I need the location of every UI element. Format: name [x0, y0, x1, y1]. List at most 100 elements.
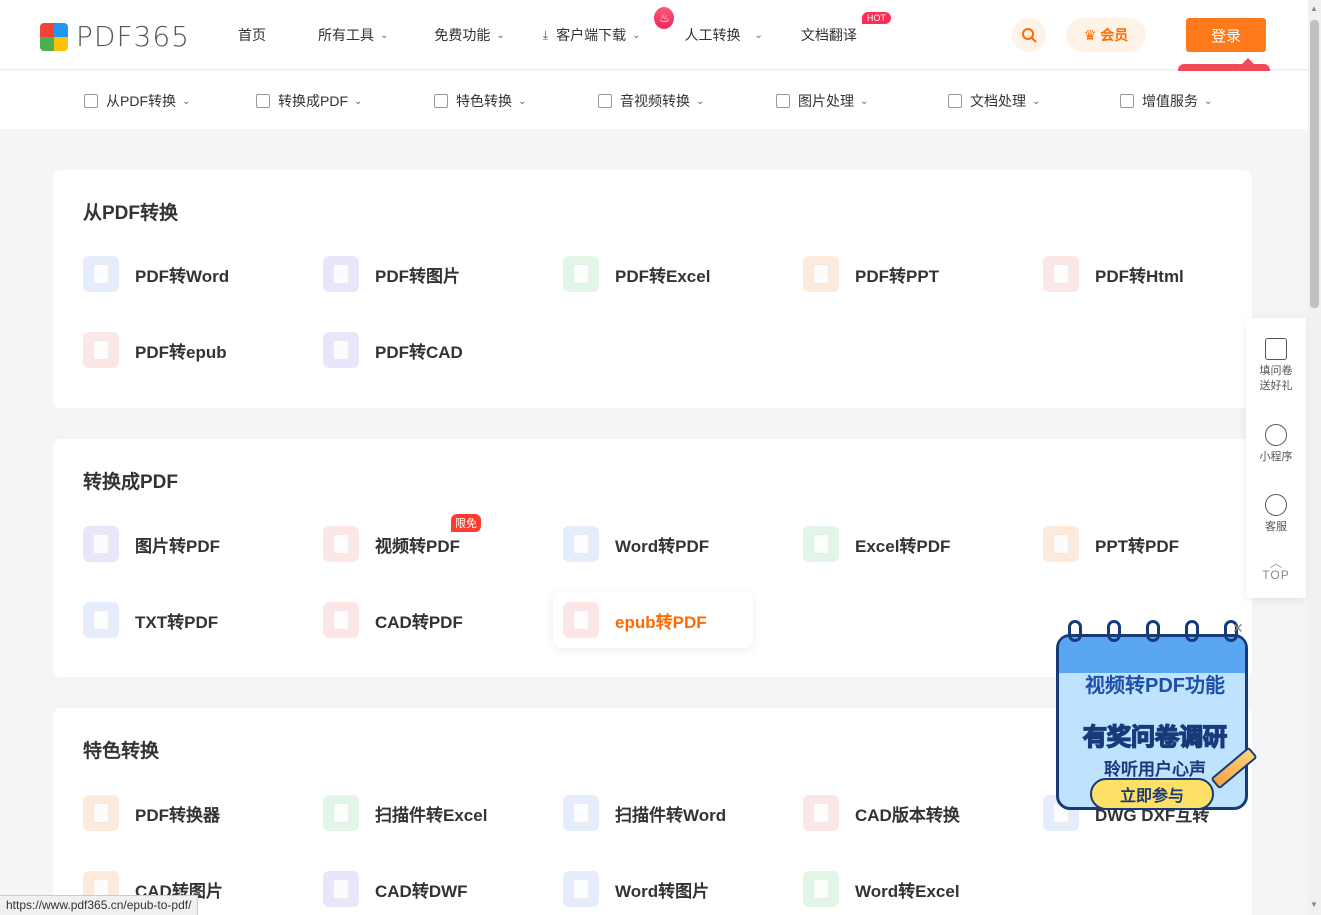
- tool-pdf-to-image[interactable]: PDF转图片: [293, 246, 493, 302]
- tool-label: PDF转图片: [375, 266, 460, 286]
- logo-text: PDF365: [76, 20, 190, 53]
- chevron-down-icon: ⌄: [860, 95, 869, 107]
- tool-word-to-pdf[interactable]: Word转PDF: [533, 516, 733, 572]
- tool-epub-to-pdf[interactable]: epub转PDF: [553, 592, 753, 648]
- category-label: 增值服务: [1142, 93, 1198, 109]
- category-document[interactable]: 文档处理 ⌄: [948, 91, 1040, 111]
- nav-doc-translate[interactable]: 文档翻译 HOT: [800, 12, 891, 45]
- scroll-down-arrow-icon[interactable]: ▼: [1310, 900, 1318, 909]
- service-label: 客服: [1265, 521, 1287, 533]
- section-title: 特色转换: [83, 741, 160, 762]
- nav-label: 文档翻译: [800, 27, 857, 43]
- tool-label: PPT转PDF: [1095, 536, 1180, 556]
- tool-pdf-to-html[interactable]: PDF转Html: [1013, 246, 1213, 302]
- tool-pdf-to-excel[interactable]: PDF转Excel: [533, 246, 733, 302]
- ppt-file-icon: [1043, 526, 1079, 562]
- category-av[interactable]: 音视频转换 ⌄: [598, 91, 704, 111]
- vip-label: 会员: [1100, 27, 1129, 43]
- section-title: 从PDF转换: [83, 203, 179, 224]
- tool-pdf-to-ppt[interactable]: PDF转PPT: [773, 246, 973, 302]
- tool-cad-version[interactable]: CAD版本转换: [773, 785, 973, 841]
- tool-label: PDF转Excel: [615, 266, 711, 286]
- tool-label: Excel转PDF: [855, 536, 951, 556]
- category-to-pdf[interactable]: 转换成PDF ⌄: [256, 91, 362, 111]
- word-file-icon: [563, 526, 599, 562]
- nav-client-download[interactable]: ⤓ 客户端下载 ⌄: [543, 25, 641, 45]
- search-icon: [1022, 28, 1037, 43]
- tool-scan-to-excel[interactable]: 扫描件转Excel: [293, 785, 493, 841]
- survey-gift-button[interactable]: 填问卷送好礼: [1246, 338, 1306, 394]
- tool-image-to-pdf[interactable]: 图片转PDF: [53, 516, 253, 572]
- top-header: PDF365 首页 所有工具 ⌄ 免费功能 ⌄ ⤓ 客户端下载 ⌄ ♨ 人工转换 ⌄ 文档翻…: [0, 0, 1308, 70]
- video-icon: [598, 94, 612, 108]
- tool-label: PDF转epub: [135, 342, 227, 362]
- section-from-pdf: 从PDF转换 PDF转Word PDF转图片 PDF转Excel PDF转PPT…: [53, 170, 1252, 408]
- tool-label: PDF转CAD: [375, 342, 463, 362]
- tool-pdf-to-epub[interactable]: PDF转epub: [53, 322, 253, 378]
- chevron-down-icon: ⌄: [696, 95, 705, 107]
- nav-all-tools[interactable]: 所有工具 ⌄: [318, 25, 388, 45]
- search-button[interactable]: [1012, 18, 1046, 52]
- tool-txt-to-pdf[interactable]: TXT转PDF: [53, 592, 253, 648]
- category-from-pdf[interactable]: 从PDF转换 ⌄: [84, 91, 190, 111]
- nav-label: 客户端下载: [556, 27, 627, 43]
- tool-pdf-to-word[interactable]: PDF转Word: [53, 246, 253, 302]
- image-file-icon: [323, 256, 359, 292]
- tool-label: PDF转PPT: [855, 266, 940, 286]
- word-file-icon: [563, 795, 599, 831]
- scroll-up-arrow-icon[interactable]: ▲: [1310, 4, 1318, 13]
- nav-home[interactable]: 首页: [238, 25, 266, 45]
- tool-label: 图片转PDF: [135, 536, 220, 556]
- download-icon: ⤓: [542, 27, 549, 42]
- tool-video-to-pdf[interactable]: 视频转PDF 限免: [293, 514, 493, 572]
- category-value-added[interactable]: 增值服务 ⌄: [1120, 91, 1212, 111]
- survey-label: 填问卷送好礼: [1259, 365, 1293, 392]
- section-title: 转换成PDF: [83, 472, 179, 493]
- tool-label: CAD转DWF: [375, 881, 468, 901]
- chevron-down-icon: ⌄: [754, 29, 763, 41]
- tool-label: Word转图片: [615, 881, 710, 901]
- miniapp-button[interactable]: 小程序: [1246, 424, 1306, 465]
- document-icon: [948, 94, 962, 108]
- tool-ppt-to-pdf[interactable]: PPT转PDF: [1013, 516, 1213, 572]
- top-label: TOP: [1262, 568, 1290, 582]
- close-icon[interactable]: ✕: [1232, 620, 1244, 637]
- category-label: 转换成PDF: [278, 93, 348, 109]
- tool-pdf-to-cad[interactable]: PDF转CAD: [293, 322, 493, 378]
- tool-label: Word转PDF: [615, 536, 710, 556]
- logo-icon: [40, 22, 68, 51]
- category-special[interactable]: 特色转换 ⌄: [434, 91, 526, 111]
- vip-button[interactable]: ♛ 会员: [1066, 18, 1146, 52]
- join-now-button[interactable]: 立即参与: [1090, 778, 1214, 810]
- tool-label: Word转Excel: [855, 881, 960, 901]
- miniapp-icon: [1265, 424, 1287, 446]
- back-to-top-button[interactable]: ︿ TOP: [1246, 557, 1306, 583]
- tool-pdf-converter[interactable]: PDF转换器: [53, 785, 253, 841]
- tool-cad-to-dwf[interactable]: CAD转DWF: [293, 861, 493, 915]
- nav-free-features[interactable]: 免费功能 ⌄: [434, 25, 504, 45]
- tool-excel-to-pdf[interactable]: Excel转PDF: [773, 516, 973, 572]
- tool-label: epub转PDF: [615, 612, 707, 632]
- tool-scan-to-word[interactable]: 扫描件转Word: [533, 785, 733, 841]
- category-image[interactable]: 图片处理 ⌄: [776, 91, 868, 111]
- tool-label: PDF转换器: [135, 805, 220, 825]
- tool-cad-to-pdf[interactable]: CAD转PDF: [293, 592, 493, 648]
- tool-label: 扫描件转Excel: [375, 805, 488, 825]
- category-label: 特色转换: [456, 93, 512, 109]
- customer-service-button[interactable]: 客服: [1246, 494, 1306, 535]
- hot-badge: HOT: [861, 12, 891, 24]
- tool-word-to-excel[interactable]: Word转Excel: [773, 861, 973, 915]
- scrollbar-thumb[interactable]: [1310, 20, 1319, 308]
- cad-file-icon: [323, 602, 359, 638]
- cad-file-icon: [803, 795, 839, 831]
- survey-promo-popup[interactable]: 视频转PDF功能 有奖问卷调研 聆听用户心声 ✕ 立即参与: [1056, 620, 1258, 812]
- logo[interactable]: PDF365: [40, 20, 190, 53]
- login-button[interactable]: 登录: [1186, 18, 1266, 52]
- tool-word-to-image[interactable]: Word转图片: [533, 861, 733, 915]
- promo-header: [1059, 637, 1245, 673]
- image-file-icon: [83, 526, 119, 562]
- nav-manual-conversion[interactable]: ♨ 人工转换 ⌄: [654, 7, 763, 45]
- chevron-down-icon: ⌄: [518, 95, 527, 107]
- ppt-file-icon: [803, 256, 839, 292]
- tool-label: 扫描件转Word: [615, 805, 727, 825]
